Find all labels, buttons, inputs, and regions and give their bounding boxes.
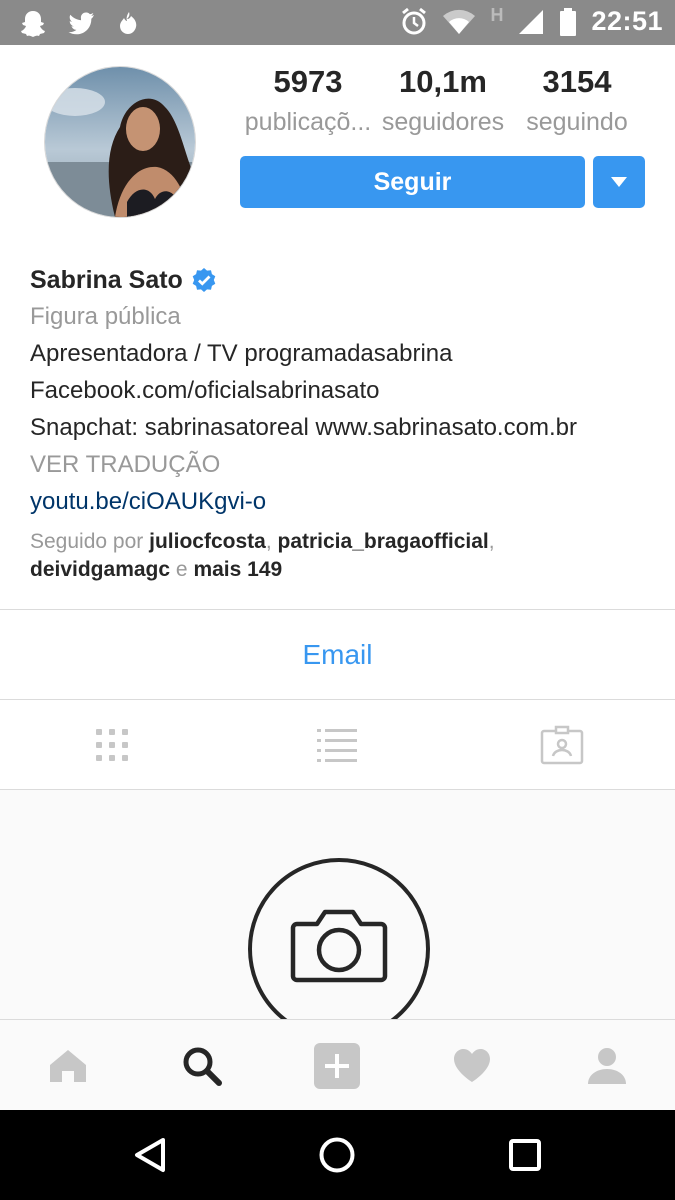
status-bar: H 22:51: [0, 0, 675, 45]
android-home-button[interactable]: [297, 1110, 377, 1200]
tab-tagged-photos[interactable]: [502, 700, 622, 789]
stat-posts[interactable]: 5973 publicaçõ...: [238, 60, 378, 140]
more-followers[interactable]: mais 149: [193, 558, 282, 581]
tab-list-view[interactable]: [277, 700, 397, 789]
posts-count: 5973: [273, 64, 343, 99]
view-tabs: [0, 700, 675, 789]
followed-by-prefix: Seguido por: [30, 530, 144, 553]
profile-icon: [588, 1047, 626, 1084]
followed-by[interactable]: Seguido por juliocfcosta, patricia_braga…: [30, 528, 650, 584]
following-label: seguindo: [526, 108, 628, 136]
and-word: e: [175, 558, 188, 581]
profile-name: Sabrina Sato: [30, 265, 183, 294]
profile-avatar[interactable]: [44, 66, 196, 218]
android-back-button[interactable]: [110, 1110, 190, 1200]
follower-username[interactable]: deividgamagc: [30, 558, 170, 581]
bio-line: Snapchat: sabrinasatoreal www.sabrinasat…: [30, 414, 577, 441]
android-recents-button[interactable]: [485, 1110, 565, 1200]
tab-grid-view[interactable]: [52, 700, 172, 789]
list-icon: [317, 728, 357, 762]
alarm-icon: [400, 7, 428, 37]
stat-followers[interactable]: 10,1m seguidores: [378, 60, 508, 140]
verified-badge-icon: [192, 268, 216, 292]
twitter-icon: [66, 8, 96, 38]
network-type-label: H: [490, 5, 504, 25]
grid-icon: [96, 728, 128, 761]
home-icon: [50, 1049, 86, 1082]
bottom-navigation: [0, 1019, 675, 1111]
profile-stats: 5973 publicaçõ... 10,1m seguidores 3154 …: [238, 60, 648, 140]
nav-add-post[interactable]: [297, 1020, 377, 1111]
posts-label: publicaçõ...: [244, 108, 372, 136]
followers-label: seguidores: [381, 108, 505, 136]
recents-square-icon: [509, 1139, 541, 1171]
suggestions-dropdown-button[interactable]: [593, 156, 645, 208]
bio-line: Apresentadora / TV programadasabrina: [30, 340, 453, 367]
follower-username[interactable]: patricia_bragaofficial: [278, 530, 489, 553]
snapchat-icon: [18, 8, 48, 38]
camera-circle-icon: [248, 858, 430, 1020]
follower-username[interactable]: juliocfcosta: [149, 530, 266, 553]
following-count: 3154: [542, 64, 612, 99]
nav-profile[interactable]: [567, 1020, 647, 1111]
nav-activity[interactable]: [432, 1020, 512, 1111]
nav-search[interactable]: [162, 1020, 242, 1111]
stat-following[interactable]: 3154 seguindo: [514, 60, 640, 140]
signal-icon: [517, 8, 545, 36]
separator: ,: [488, 530, 495, 553]
posts-area: [0, 790, 675, 1020]
see-translation-link[interactable]: VER TRADUÇÃO: [30, 446, 650, 483]
email-button[interactable]: Email: [0, 610, 675, 699]
profile-website-link[interactable]: youtu.be/ciOAUKgvi-o: [30, 483, 650, 520]
tagged-photos-icon: [540, 725, 584, 764]
heart-icon: [454, 1048, 490, 1082]
separator: ,: [265, 530, 272, 553]
clock-time: 22:51: [591, 6, 663, 36]
chevron-down-icon: [611, 177, 627, 187]
search-icon: [183, 1047, 222, 1086]
tinder-icon: [114, 8, 144, 38]
bio-line: Facebook.com/oficialsabrinasato: [30, 377, 380, 404]
add-icon: [314, 1042, 360, 1089]
followers-count: 10,1m: [399, 64, 487, 99]
follow-button[interactable]: Seguir: [240, 156, 585, 208]
battery-icon: [559, 7, 577, 37]
android-navigation-bar: [0, 1110, 675, 1200]
nav-home[interactable]: [28, 1020, 108, 1111]
profile-category: Figura pública: [30, 303, 181, 330]
home-circle-icon: [319, 1137, 355, 1173]
profile-bio: Sabrina Sato Figura pública Apresentador…: [30, 262, 650, 584]
back-triangle-icon: [135, 1138, 165, 1172]
camera-icon: [290, 909, 388, 983]
wifi-icon: [442, 8, 476, 36]
